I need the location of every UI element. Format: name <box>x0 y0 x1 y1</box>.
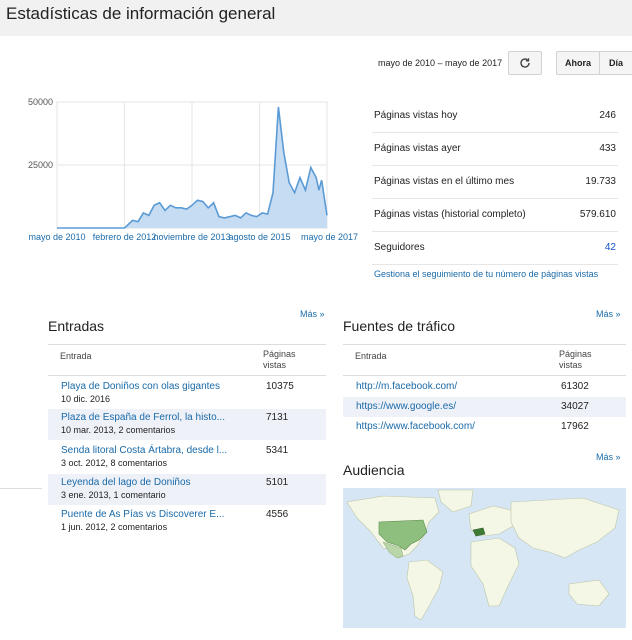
x-tick-label: noviembre de 2013 <box>153 232 230 242</box>
post-views: 5101 <box>266 477 289 488</box>
x-tick-label: febrero de 2012 <box>93 232 157 242</box>
stat-label: Páginas vistas (historial completo) <box>374 209 526 220</box>
post-link[interactable]: Leyenda del lago de Doniños <box>61 477 191 488</box>
page-title: Estadísticas de información general <box>6 4 276 23</box>
post-row: Leyenda del lago de Doniños 3 ene. 2013,… <box>48 474 326 505</box>
x-tick-label: mayo de 2010 <box>28 232 85 242</box>
stat-row-followers: Seguidores 42 <box>372 232 618 265</box>
source-link[interactable]: http://m.facebook.com/ <box>356 381 457 392</box>
stat-value: 433 <box>599 143 616 154</box>
y-tick-label: 50000 <box>28 97 53 107</box>
traffic-row: https://www.google.es/ 34027 <box>343 397 626 417</box>
traffic-row: http://m.facebook.com/ 61302 <box>343 377 626 397</box>
x-tick-label: mayo de 2017 <box>301 232 358 242</box>
post-views: 5341 <box>266 445 289 456</box>
source-views: 34027 <box>561 401 589 412</box>
divider <box>0 488 42 489</box>
post-views: 10375 <box>266 381 294 392</box>
header-bar: Estadísticas de información general <box>0 0 632 36</box>
manage-tracking-link[interactable]: Gestiona el seguimiento de tu número de … <box>374 268 614 280</box>
post-link[interactable]: Puente de As Pías vs Discoverer E... <box>61 509 224 520</box>
y-tick-label: 25000 <box>28 160 53 170</box>
source-link[interactable]: https://www.google.es/ <box>356 401 456 412</box>
post-row: Plaza de España de Ferrol, la histo... 1… <box>48 409 326 440</box>
traffic-title: Fuentes de tráfico <box>343 318 456 334</box>
now-button[interactable]: Ahora <box>556 51 600 75</box>
audience-more-link[interactable]: Más » <box>596 452 621 462</box>
col-entry: Entrada <box>60 351 92 361</box>
pageviews-chart: 50000 25000 mayo de 2010 febrero de 2012nov… <box>28 97 358 242</box>
post-link[interactable]: Plaza de España de Ferrol, la histo... <box>61 412 225 423</box>
post-views: 4556 <box>266 509 289 520</box>
followers-link[interactable]: 42 <box>605 242 616 253</box>
posts-title: Entradas <box>48 318 105 334</box>
stat-value: 579.610 <box>579 209 616 220</box>
traffic-table-header: Entrada Páginas vistas <box>343 344 626 376</box>
source-views: 61302 <box>561 381 589 392</box>
stat-label: Páginas vistas hoy <box>374 110 458 121</box>
post-meta: 10 mar. 2013, 2 comentarios <box>61 425 176 435</box>
post-link[interactable]: Senda litoral Costa Ártabra, desde l... <box>61 445 227 456</box>
x-tick-label: agosto de 2015 <box>228 232 290 242</box>
stat-row-today: Páginas vistas hoy 246 <box>372 100 618 133</box>
day-button[interactable]: Día <box>599 51 632 75</box>
refresh-button[interactable] <box>508 51 542 75</box>
post-meta: 3 oct. 2012, 8 comentarios <box>61 458 168 468</box>
post-views: 7131 <box>266 412 289 423</box>
stat-label: Páginas vistas ayer <box>374 143 461 154</box>
stats-panel: Páginas vistas hoy 246 Páginas vistas ay… <box>372 100 618 265</box>
posts-table-header: Entrada Páginas vistas <box>48 344 326 376</box>
date-range-label[interactable]: mayo de 2010 – mayo de 2017 <box>378 58 502 68</box>
stat-row-last-month: Páginas vistas en el último mes 19.733 <box>372 166 618 199</box>
audience-world-map[interactable] <box>343 488 626 628</box>
post-meta: 1 jun. 2012, 2 comentarios <box>61 522 168 532</box>
source-link[interactable]: https://www.facebook.com/ <box>356 421 475 432</box>
stat-row-yesterday: Páginas vistas ayer 433 <box>372 133 618 166</box>
audience-title: Audiencia <box>343 462 405 478</box>
refresh-icon <box>520 58 530 68</box>
col-entry: Entrada <box>355 351 387 361</box>
post-meta: 3 ene. 2013, 1 comentario <box>61 490 166 500</box>
post-link[interactable]: Playa de Doniños con olas gigantes <box>61 381 220 392</box>
post-meta: 10 dic. 2016 <box>61 394 111 404</box>
stat-row-all-time: Páginas vistas (historial completo) 579.… <box>372 199 618 232</box>
stat-value: 246 <box>599 110 616 121</box>
post-row: Playa de Doniños con olas gigantes 10 di… <box>48 378 326 409</box>
col-views: Páginas vistas <box>263 349 296 370</box>
stat-label: Seguidores <box>374 242 425 253</box>
traffic-more-link[interactable]: Más » <box>596 309 621 319</box>
col-views: Páginas vistas <box>559 349 592 370</box>
post-row: Puente de As Pías vs Discoverer E... 1 j… <box>48 506 326 537</box>
posts-more-link[interactable]: Más » <box>300 309 325 319</box>
post-row: Senda litoral Costa Ártabra, desde l... … <box>48 442 326 473</box>
traffic-row: https://www.facebook.com/ 17962 <box>343 417 626 437</box>
stat-label: Páginas vistas en el último mes <box>374 176 515 187</box>
source-views: 17962 <box>561 421 589 432</box>
stat-value: 19.733 <box>585 176 616 187</box>
